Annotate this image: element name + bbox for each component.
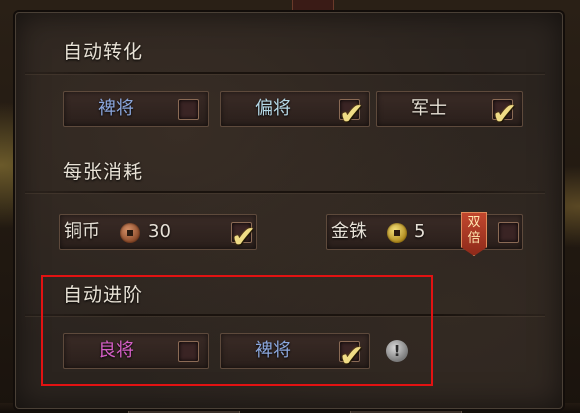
badge-text: 倍 xyxy=(467,231,481,246)
cost-amount: 5 xyxy=(414,221,426,242)
check-icon: ✔ xyxy=(231,220,257,255)
copper-coin-icon xyxy=(120,223,140,243)
option-convert-junshi[interactable]: 军士 ✔ xyxy=(376,91,523,130)
checkbox[interactable]: ✔ xyxy=(339,99,364,130)
option-convert-bijiang[interactable]: 裨将 xyxy=(63,91,209,127)
option-convert-pianjiang[interactable]: 偏将 ✔ xyxy=(220,91,370,130)
top-tab xyxy=(292,0,334,11)
gold-coin-icon xyxy=(387,223,407,243)
double-badge: 双 倍 xyxy=(461,212,487,256)
badge-text: 双 xyxy=(467,215,481,230)
option-label: 铜币 xyxy=(64,221,100,242)
cost-amount: 30 xyxy=(148,221,171,242)
check-icon: ✔ xyxy=(492,97,518,132)
option-label: 军士 xyxy=(411,98,447,119)
option-label: 偏将 xyxy=(255,98,291,119)
checkbox[interactable]: ✔ xyxy=(492,99,517,130)
section-divider xyxy=(25,191,545,193)
section-title-cost: 每张消耗 xyxy=(63,161,144,183)
option-label: 裨将 xyxy=(98,98,134,119)
checkbox[interactable] xyxy=(178,99,199,120)
option-label: 金铢 xyxy=(331,221,367,242)
checkbox[interactable]: ✔ xyxy=(231,222,256,253)
section-title-auto-convert: 自动转化 xyxy=(63,41,144,63)
check-icon: ✔ xyxy=(339,97,365,132)
highlight-box xyxy=(41,275,433,386)
checkbox[interactable] xyxy=(498,222,519,243)
section-divider xyxy=(25,72,545,74)
option-cost-gold[interactable]: 金铢 5 xyxy=(326,214,523,250)
option-cost-copper[interactable]: 铜币 30 ✔ xyxy=(59,214,257,253)
